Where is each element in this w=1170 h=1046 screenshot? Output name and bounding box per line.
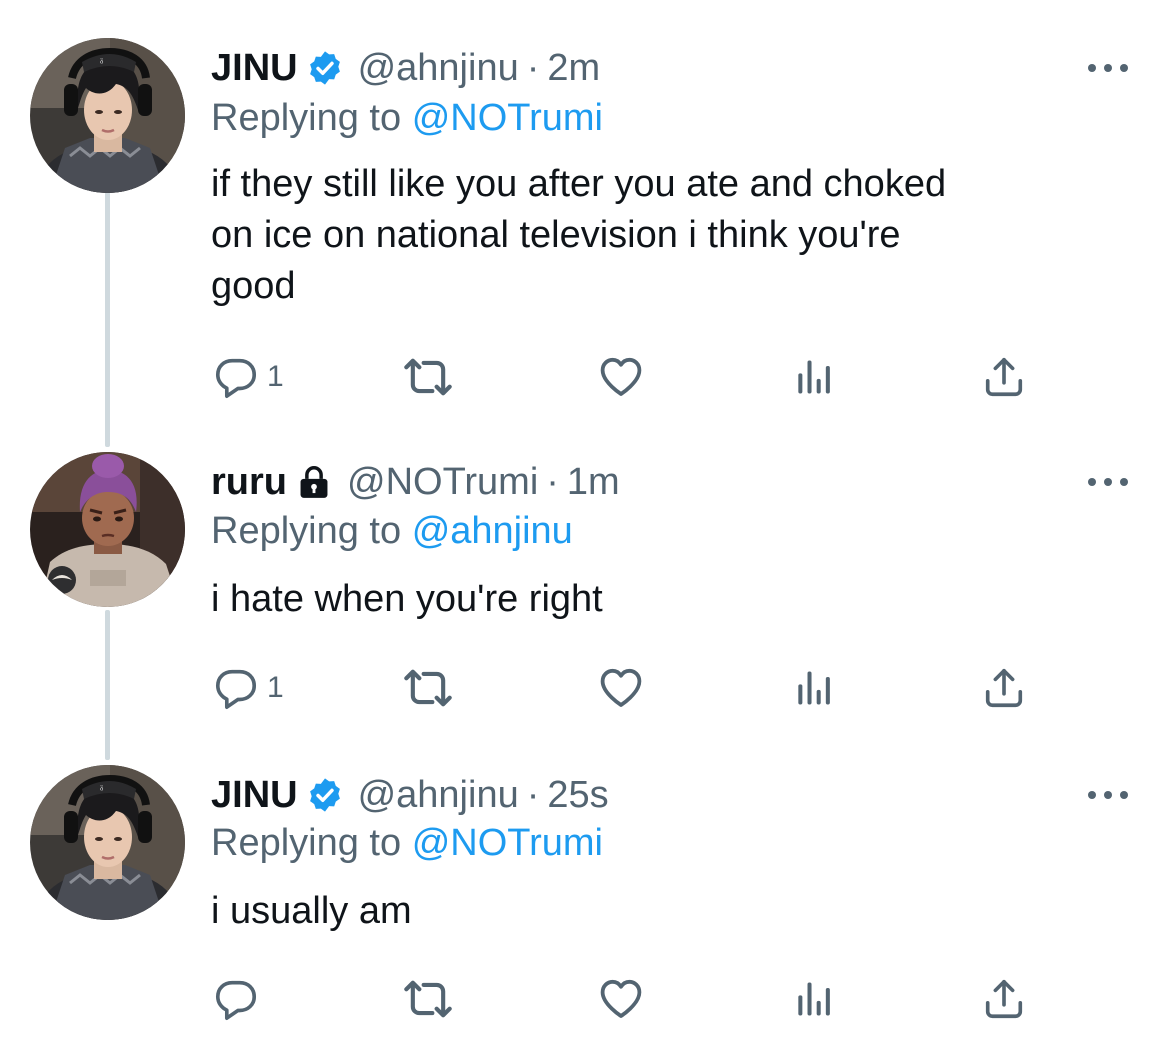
reply-icon (213, 354, 259, 400)
reply-icon (213, 665, 259, 711)
share-button[interactable] (981, 352, 1027, 402)
retweet-icon (402, 662, 454, 714)
share-icon (981, 665, 1027, 711)
user-handle[interactable]: @NOTrumi (347, 457, 538, 507)
reply-button[interactable]: 1 (213, 663, 284, 713)
tweet-text: i usually am (211, 890, 412, 932)
replying-prefix: Replying to (211, 97, 402, 139)
tweet-header: JINU @ahnjinu · 2m (211, 43, 600, 93)
replying-mention[interactable]: @NOTrumi (412, 822, 603, 864)
like-button[interactable] (597, 663, 645, 713)
heart-icon (597, 975, 645, 1023)
timestamp[interactable]: 2m (547, 43, 600, 93)
user-avatar-jinu-icon (30, 765, 185, 920)
analytics-icon (791, 355, 835, 399)
reply-button[interactable] (213, 974, 267, 1024)
user-avatar-jinu-icon (30, 38, 185, 193)
verified-badge-icon (306, 49, 344, 87)
more-options-icon[interactable] (1088, 58, 1128, 78)
replying-prefix: Replying to (211, 510, 402, 552)
heart-icon (597, 353, 645, 401)
more-options-icon[interactable] (1088, 472, 1128, 492)
reply-button[interactable]: 1 (213, 352, 284, 402)
user-handle[interactable]: @ahnjinu (358, 43, 519, 93)
retweet-icon (402, 351, 454, 403)
replying-mention[interactable]: @ahnjinu (412, 510, 573, 552)
thread-line (105, 192, 110, 447)
retweet-button[interactable] (402, 352, 454, 402)
share-icon (981, 354, 1027, 400)
replying-prefix: Replying to (211, 822, 402, 864)
action-bar: 1 (0, 352, 1170, 402)
replying-to: Replying to @NOTrumi (211, 93, 603, 143)
analytics-icon (791, 977, 835, 1021)
retweet-button[interactable] (402, 663, 454, 713)
share-button[interactable] (981, 663, 1027, 713)
timestamp[interactable]: 25s (547, 770, 608, 820)
display-name[interactable]: ruru (211, 457, 287, 507)
tweet-header: JINU @ahnjinu · 25s (211, 770, 609, 820)
action-bar: 1 (0, 663, 1170, 713)
timestamp[interactable]: 1m (567, 457, 620, 507)
analytics-icon (791, 666, 835, 710)
more-options-icon[interactable] (1088, 785, 1128, 805)
retweet-button[interactable] (402, 974, 454, 1024)
action-bar (0, 974, 1170, 1024)
separator: · (546, 461, 559, 503)
replying-mention[interactable]: @NOTrumi (412, 97, 603, 139)
avatar[interactable] (30, 765, 185, 920)
like-button[interactable] (597, 352, 645, 402)
separator: · (526, 774, 540, 816)
retweet-icon (402, 973, 454, 1025)
tweet-text: if they still like you after you ate and… (211, 163, 947, 307)
heart-icon (597, 664, 645, 712)
share-icon (981, 976, 1027, 1022)
display-name[interactable]: JINU (211, 43, 298, 93)
user-handle[interactable]: @ahnjinu (358, 770, 519, 820)
avatar[interactable] (30, 452, 185, 607)
user-avatar-ruru-icon (30, 452, 185, 607)
tweet-text: i hate when you're right (211, 578, 603, 620)
tweet-header: ruru @NOTrumi · 1m (211, 457, 620, 507)
analytics-button[interactable] (791, 352, 835, 402)
verified-badge-icon (306, 776, 344, 814)
analytics-button[interactable] (791, 974, 835, 1024)
analytics-button[interactable] (791, 663, 835, 713)
reply-count: 1 (267, 671, 284, 704)
separator: · (526, 47, 540, 89)
replying-to: Replying to @ahnjinu (211, 506, 573, 556)
reply-count: 1 (267, 360, 284, 393)
reply-icon (213, 976, 259, 1022)
replying-to: Replying to @NOTrumi (211, 818, 603, 868)
avatar[interactable] (30, 38, 185, 193)
share-button[interactable] (981, 974, 1027, 1024)
like-button[interactable] (597, 974, 645, 1024)
lock-icon (295, 463, 333, 501)
display-name[interactable]: JINU (211, 770, 298, 820)
